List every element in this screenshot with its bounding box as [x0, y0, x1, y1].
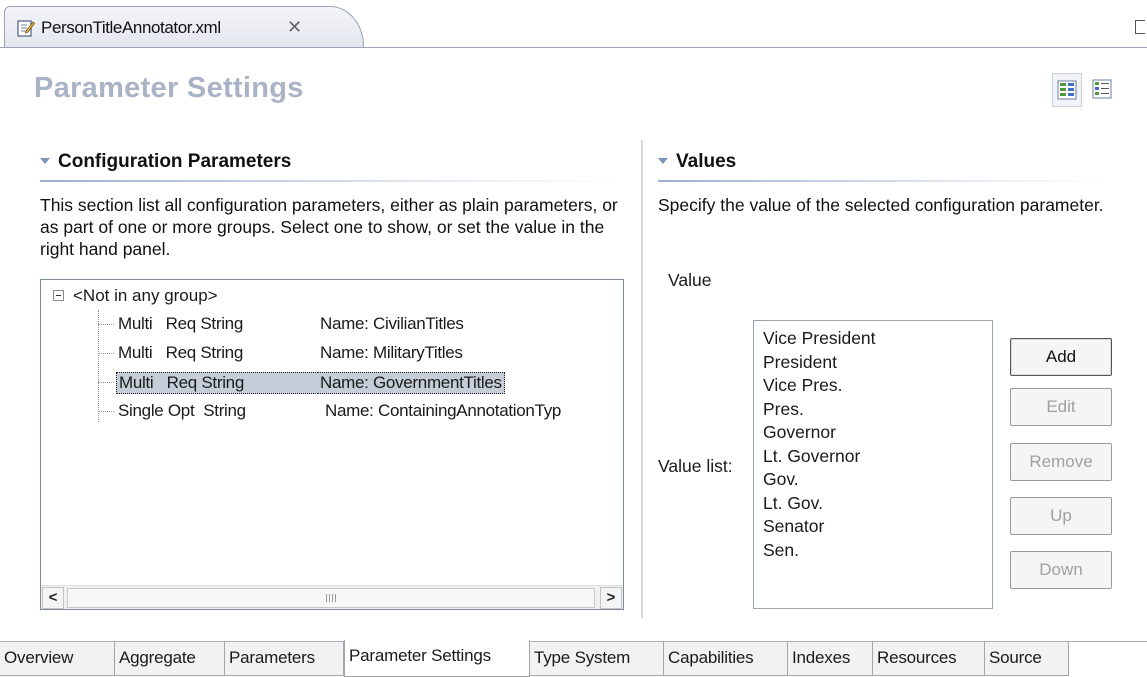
tree-row-name: Name: GovernmentTitles	[318, 372, 505, 394]
tab-resources[interactable]: Resources	[873, 642, 985, 676]
scrollbar-thumb[interactable]	[67, 588, 595, 608]
tree-row-civilian-titles[interactable]: Multi Req String Name: CivilianTitles	[98, 312, 618, 338]
tab-type-system[interactable]: Type System	[530, 642, 664, 676]
tree-collapse-icon[interactable]	[53, 290, 64, 301]
value-label: Value	[668, 270, 712, 290]
tab-capabilities[interactable]: Capabilities	[664, 642, 788, 676]
value-list-label: Value list:	[658, 456, 733, 476]
vertical-layout-button[interactable]	[1088, 73, 1118, 107]
tab-source[interactable]: Source	[985, 642, 1069, 676]
tab-parameters[interactable]: Parameters	[225, 642, 344, 676]
values-title: Values	[676, 151, 737, 172]
tree-row-government-titles[interactable]: Multi Req String Name: GovernmentTitles	[98, 370, 618, 396]
grip-icon	[326, 594, 336, 602]
configuration-parameters-description: This section list all configuration para…	[40, 195, 618, 259]
tree-connector	[98, 382, 114, 383]
values-description: Specify the value of the selected config…	[658, 195, 1104, 215]
tab-indexes[interactable]: Indexes	[788, 642, 873, 676]
horizontal-layout-icon	[1057, 80, 1077, 100]
page-tab-bar: Overview Aggregate Parameters Parameter …	[0, 630, 1147, 677]
value-list[interactable]: Vice President President Vice Pres. Pres…	[753, 320, 993, 609]
editor-tab-title: PersonTitleAnnotator.xml	[41, 18, 221, 37]
tree-row-name: Name: ContainingAnnotationTyp	[325, 401, 562, 420]
list-item[interactable]: President	[763, 351, 992, 375]
maximize-icon[interactable]	[1135, 20, 1145, 34]
list-item[interactable]: Senator	[763, 515, 992, 539]
tree-connector	[98, 411, 114, 412]
tree-row-modifiers: Multi Req String	[118, 343, 243, 362]
list-item[interactable]: Governor	[763, 421, 992, 445]
section-underline	[40, 180, 626, 182]
tree-row-containing-annotation-type[interactable]: Single Opt String Name: ContainingAnnota…	[98, 399, 618, 425]
tree-row-modifiers: Multi Req String	[116, 372, 318, 394]
scroll-right-arrow-icon[interactable]: >	[600, 587, 622, 609]
tab-aggregate[interactable]: Aggregate	[115, 642, 225, 676]
up-button[interactable]: Up	[1010, 497, 1112, 535]
tab-overview[interactable]: Overview	[0, 642, 115, 676]
tree-connector	[98, 324, 114, 325]
list-item[interactable]: Vice President	[763, 327, 992, 351]
tree-row-modifiers: Single Opt String	[118, 401, 246, 420]
editor-tab-strip: PersonTitleAnnotator.xml ✕	[0, 0, 1147, 48]
collapse-arrow-icon[interactable]	[658, 158, 668, 164]
tree-row-name: Name: MilitaryTitles	[320, 343, 463, 362]
collapse-arrow-icon[interactable]	[40, 158, 50, 164]
close-tab-icon[interactable]: ✕	[287, 17, 302, 38]
page-title: Parameter Settings	[34, 72, 304, 104]
values-header[interactable]: Values	[658, 150, 1110, 182]
tree-row-modifiers: Multi Req String	[118, 314, 243, 333]
list-item[interactable]: Gov.	[763, 468, 992, 492]
list-item[interactable]: Pres.	[763, 398, 992, 422]
tree-horizontal-scrollbar[interactable]: < >	[41, 585, 623, 609]
editor-tab[interactable]: PersonTitleAnnotator.xml ✕	[4, 6, 364, 48]
tree-row-military-titles[interactable]: Multi Req String Name: MilitaryTitles	[98, 341, 618, 367]
vertical-layout-icon	[1092, 79, 1112, 99]
tab-parameter-settings[interactable]: Parameter Settings	[344, 640, 530, 677]
xml-file-edit-icon	[17, 20, 35, 37]
list-item[interactable]: Vice Pres.	[763, 374, 992, 398]
configuration-parameters-header[interactable]: Configuration Parameters	[40, 150, 626, 182]
scroll-left-arrow-icon[interactable]: <	[42, 587, 64, 609]
list-item[interactable]: Lt. Governor	[763, 445, 992, 469]
remove-button[interactable]: Remove	[1010, 443, 1112, 481]
tab-strip-border	[0, 47, 1147, 48]
edit-button[interactable]: Edit	[1010, 388, 1112, 426]
tree-group-label: <Not in any group>	[73, 286, 218, 305]
list-item[interactable]: Sen.	[763, 539, 992, 563]
configuration-parameters-title: Configuration Parameters	[58, 151, 292, 172]
list-item[interactable]: Lt. Gov.	[763, 492, 992, 516]
panel-divider[interactable]	[641, 140, 643, 618]
add-button[interactable]: Add	[1010, 338, 1112, 376]
tree-connector	[98, 353, 114, 354]
down-button[interactable]: Down	[1010, 551, 1112, 589]
tree-row-name: Name: CivilianTitles	[320, 314, 464, 333]
section-underline	[658, 180, 1110, 182]
horizontal-layout-button[interactable]	[1052, 73, 1082, 107]
parameter-tree[interactable]: <Not in any group> Multi Req String Name…	[40, 279, 624, 610]
